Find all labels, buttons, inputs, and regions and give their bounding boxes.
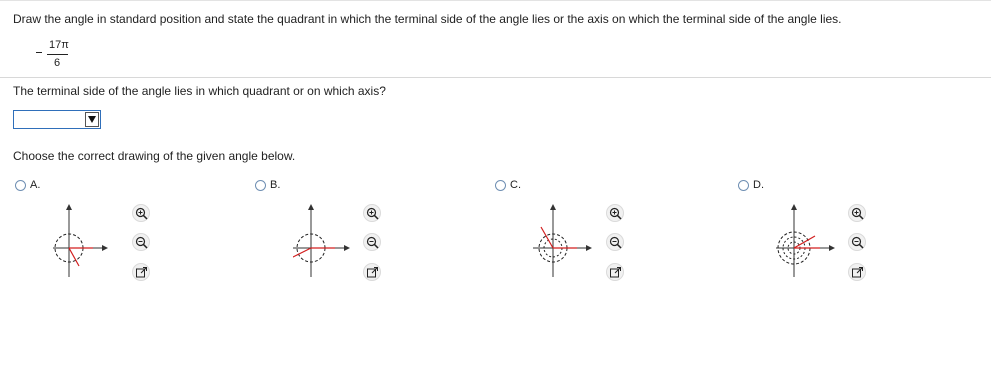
option-c-radio[interactable] — [495, 180, 506, 191]
zoom-in-icon[interactable] — [132, 204, 150, 222]
option-a-graph — [53, 204, 108, 277]
option-a-label: A. — [30, 179, 41, 191]
option-d-graph — [776, 204, 835, 277]
option-b-radio[interactable] — [255, 180, 266, 191]
option-b-graph — [293, 204, 350, 277]
instruction-text: Draw the angle in standard position and … — [13, 12, 842, 26]
section-divider — [0, 77, 991, 78]
zoom-out-icon[interactable] — [606, 233, 624, 251]
option-b[interactable]: B. — [255, 179, 455, 290]
option-c[interactable]: C. — [495, 179, 695, 290]
option-d[interactable]: D. — [738, 179, 938, 290]
zoom-in-icon[interactable] — [848, 204, 866, 222]
option-a[interactable]: A. — [15, 179, 215, 290]
open-new-window-icon[interactable] — [848, 263, 866, 281]
open-new-window-icon[interactable] — [132, 263, 150, 281]
angle-denominator: 6 — [54, 57, 61, 69]
angle-numerator: 17π — [49, 39, 69, 51]
option-d-label: D. — [753, 179, 764, 191]
quadrant-dropdown[interactable] — [13, 110, 101, 129]
dropdown-arrow-icon[interactable] — [85, 112, 99, 127]
zoom-in-icon[interactable] — [606, 204, 624, 222]
zoom-out-icon[interactable] — [363, 233, 381, 251]
terminal-side — [540, 226, 554, 249]
option-a-radio[interactable] — [15, 180, 26, 191]
terminal-side — [793, 235, 816, 249]
terminal-side — [68, 247, 80, 267]
minus-sign — [36, 52, 42, 53]
choose-prompt: Choose the correct drawing of the given … — [13, 149, 296, 163]
open-new-window-icon[interactable] — [363, 263, 381, 281]
zoom-out-icon[interactable] — [132, 233, 150, 251]
zoom-out-icon[interactable] — [848, 233, 866, 251]
angle-fraction: 17π 6 — [36, 39, 76, 69]
open-new-window-icon[interactable] — [606, 263, 624, 281]
zoom-in-icon[interactable] — [363, 204, 381, 222]
fraction-bar — [47, 54, 68, 55]
question-text: The terminal side of the angle lies in w… — [13, 84, 386, 98]
top-border — [0, 0, 991, 1]
option-c-label: C. — [510, 179, 521, 191]
option-d-radio[interactable] — [738, 180, 749, 191]
option-c-graph — [533, 204, 592, 277]
option-b-label: B. — [270, 179, 281, 191]
